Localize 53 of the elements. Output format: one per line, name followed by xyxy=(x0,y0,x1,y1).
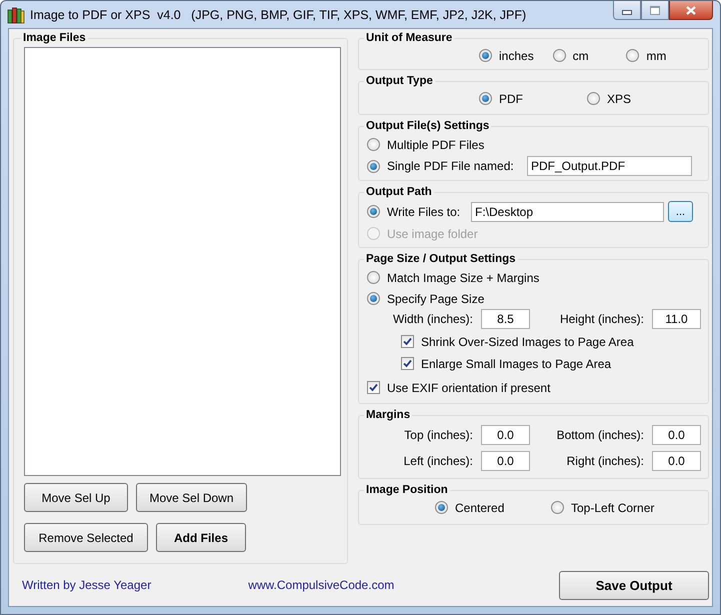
minimize-button[interactable] xyxy=(613,1,641,20)
group-title: Output File(s) Settings xyxy=(365,120,490,133)
number-field[interactable]: 0.0 xyxy=(652,451,701,471)
group-title: Margins xyxy=(365,409,412,422)
author-link[interactable]: Written by Jesse Yeager xyxy=(22,578,152,592)
radio-option[interactable]: XPS xyxy=(587,89,695,108)
group-title: Output Type xyxy=(365,75,434,88)
close-icon xyxy=(686,6,696,14)
action-button[interactable]: Move Sel Down xyxy=(136,483,247,512)
minimize-icon xyxy=(622,10,632,15)
field-label: Width (inches): xyxy=(392,312,473,326)
radio-option[interactable]: cm xyxy=(552,46,626,65)
browse-button[interactable]: ... xyxy=(668,201,693,222)
close-button[interactable] xyxy=(669,1,713,20)
radio-option[interactable]: Single PDF File named: xyxy=(367,156,527,176)
checkbox-option[interactable]: Use EXIF orientation if present xyxy=(367,378,550,397)
group-title: Unit of Measure xyxy=(365,32,454,45)
radio-option[interactable]: Match Image Size + Margins xyxy=(367,268,700,287)
number-field[interactable]: 0.0 xyxy=(652,425,701,445)
file-name-field[interactable]: PDF_Output.PDF xyxy=(527,156,692,176)
path-field[interactable]: F:\Desktop xyxy=(471,202,664,222)
books-icon xyxy=(7,6,25,24)
group-title: Image Position xyxy=(365,484,449,497)
group-title: Output Path xyxy=(365,186,433,199)
number-field[interactable]: 8.5 xyxy=(481,309,530,329)
group-title: Image Files xyxy=(22,32,87,45)
field-label: Top (inches): xyxy=(403,428,473,442)
radio-option[interactable]: inches xyxy=(479,46,553,65)
number-field[interactable]: 0.0 xyxy=(481,425,530,445)
field-label: Height (inches): xyxy=(558,312,644,326)
website-link[interactable]: www.CompulsiveCode.com xyxy=(248,578,394,592)
radio-option[interactable]: Write Files to: xyxy=(367,202,471,221)
action-button[interactable]: Move Sel Up xyxy=(24,483,128,512)
group-title: Page Size / Output Settings xyxy=(365,253,517,266)
radio-option[interactable]: Multiple PDF Files xyxy=(367,135,527,154)
action-button[interactable]: Add Files xyxy=(156,523,246,552)
window-title: Image to PDF or XPS v4.0 (JPG, PNG, BMP, GIF, TIF, XPS, WMF, EMF, JP2, J2K, JPF) xyxy=(30,8,526,22)
field-label: Left (inches): xyxy=(402,454,473,468)
maximize-button[interactable] xyxy=(641,1,669,20)
radio-option[interactable]: Specify Page Size xyxy=(367,289,700,308)
radio-option[interactable]: mm xyxy=(626,46,700,65)
maximize-icon xyxy=(650,6,660,14)
radio-option[interactable]: Top-Left Corner xyxy=(551,498,667,517)
action-button[interactable]: Remove Selected xyxy=(24,523,148,552)
checkbox-option[interactable]: Enlarge Small Images to Page Area xyxy=(401,354,612,373)
field-label: Right (inches): xyxy=(566,454,644,468)
radio-option[interactable]: PDF xyxy=(479,89,587,108)
radio-option[interactable]: Centered xyxy=(435,498,551,517)
number-field[interactable]: 11.0 xyxy=(652,309,701,329)
save-output-button[interactable]: Save Output xyxy=(559,570,709,600)
field-label: Bottom (inches): xyxy=(556,428,644,442)
number-field[interactable]: 0.0 xyxy=(481,451,530,471)
checkbox-option[interactable]: Shrink Over-Sized Images to Page Area xyxy=(401,332,634,351)
